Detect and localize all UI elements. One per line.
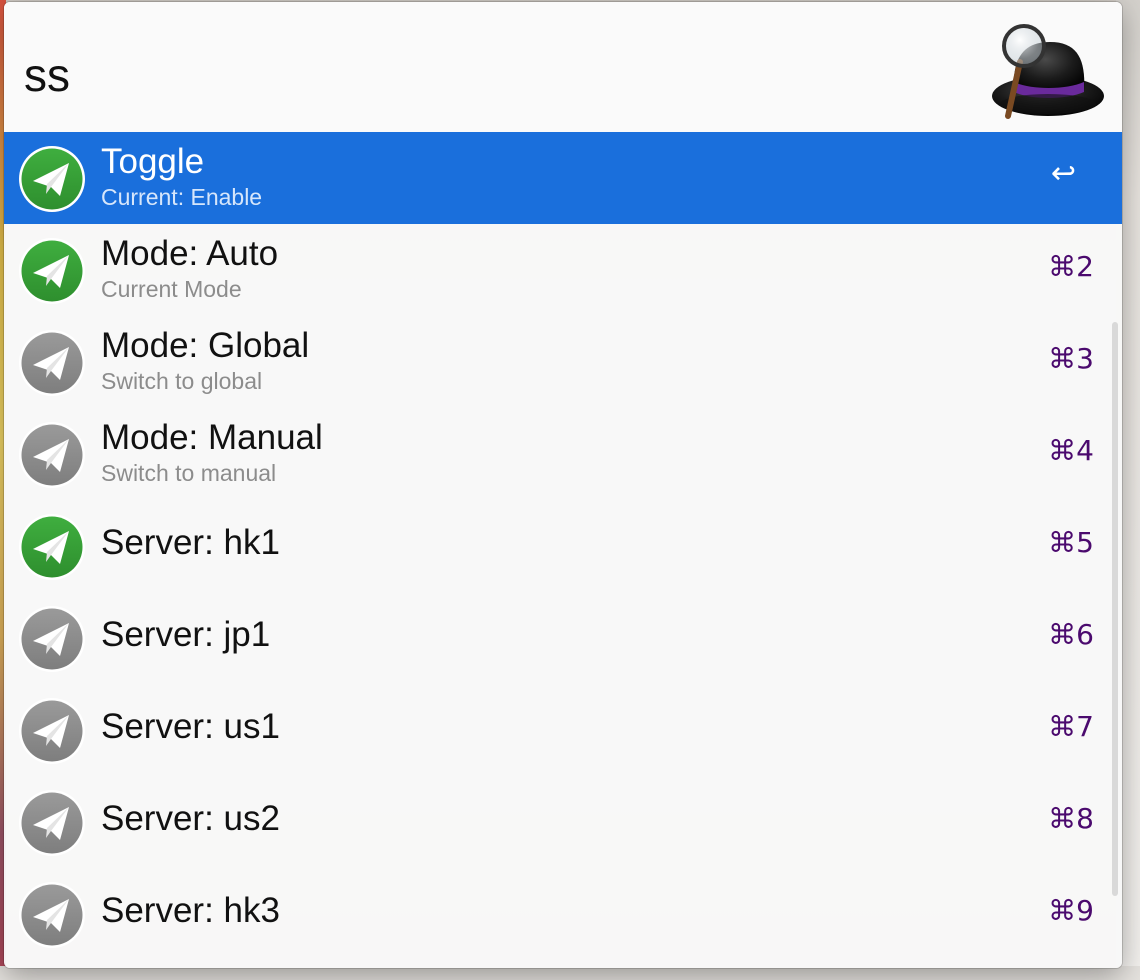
results-list: Toggle Current: Enable ↩ Mode: Auto Current … [4, 132, 1122, 960]
result-title: Server: hk3 [101, 891, 280, 930]
alfred-hat-icon[interactable] [986, 20, 1106, 124]
result-subtitle: Current Mode [101, 276, 242, 302]
paper-plane-icon [17, 512, 87, 582]
result-row[interactable]: Server: hk1 ⌘5 [4, 500, 1122, 592]
result-row[interactable]: Server: jp1 ⌘6 [4, 592, 1122, 684]
result-title: Mode: Auto [101, 234, 279, 273]
result-subtitle: Switch to global [101, 368, 263, 394]
keyboard-shortcut: ⌘2 [1048, 250, 1094, 283]
result-row[interactable]: Mode: Auto Current Mode ⌘2 [4, 224, 1122, 316]
scrollbar[interactable] [1112, 322, 1118, 896]
keyboard-shortcut: ⌘5 [1048, 526, 1094, 559]
keyboard-shortcut: ⌘7 [1048, 710, 1094, 743]
paper-plane-icon [17, 236, 87, 306]
result-row[interactable]: Mode: Manual Switch to manual ⌘4 [4, 408, 1122, 500]
paper-plane-icon [17, 788, 87, 858]
result-row[interactable]: Toggle Current: Enable ↩ [4, 132, 1122, 224]
result-title: Mode: Manual [101, 418, 323, 457]
background-window-edge [0, 966, 1140, 980]
result-subtitle: Switch to manual [101, 460, 277, 486]
keyboard-shortcut: ⌘9 [1048, 894, 1094, 927]
search-bar [4, 2, 1122, 132]
result-title: Server: us1 [101, 707, 280, 746]
paper-plane-icon [17, 696, 87, 766]
result-title: Server: jp1 [101, 615, 271, 654]
result-row[interactable]: Server: us2 ⌘8 [4, 776, 1122, 868]
paper-plane-icon [17, 420, 87, 490]
keyboard-shortcut: ⌘3 [1048, 342, 1094, 375]
search-input[interactable] [24, 48, 924, 102]
paper-plane-icon [17, 144, 87, 214]
result-row[interactable]: Server: hk3 ⌘9 [4, 868, 1122, 960]
result-title: Mode: Global [101, 326, 310, 365]
result-subtitle: Current: Enable [101, 184, 263, 210]
result-row[interactable]: Mode: Global Switch to global ⌘3 [4, 316, 1122, 408]
result-title: Server: hk1 [101, 523, 280, 562]
paper-plane-icon [17, 604, 87, 674]
alfred-window: Toggle Current: Enable ↩ Mode: Auto Current … [4, 2, 1122, 968]
keyboard-shortcut: ⌘4 [1048, 434, 1094, 467]
result-title: Toggle [101, 142, 205, 181]
return-key-icon: ↩ [1050, 156, 1076, 191]
paper-plane-icon [17, 328, 87, 398]
result-row[interactable]: Server: us1 ⌘7 [4, 684, 1122, 776]
paper-plane-icon [17, 880, 87, 950]
result-title: Server: us2 [101, 799, 280, 838]
keyboard-shortcut: ⌘6 [1048, 618, 1094, 651]
keyboard-shortcut: ⌘8 [1048, 802, 1094, 835]
